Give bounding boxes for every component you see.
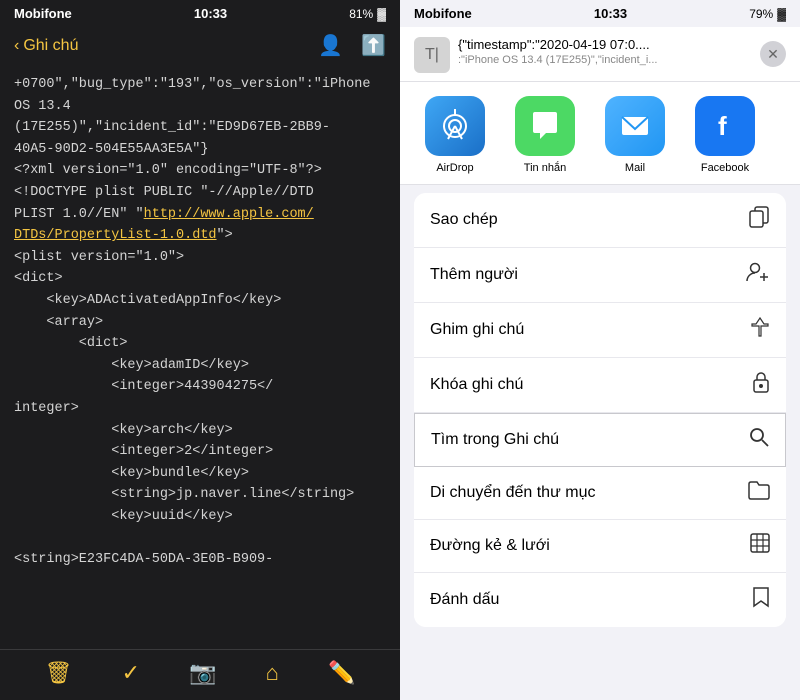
di-chuyen-label: Di chuyển đến thư mục xyxy=(430,484,595,502)
note-content: +0700","bug_type":"193","os_version":"iP… xyxy=(0,66,400,649)
sheet-header: T| {"timestamp":"2020-04-19 07:0.... :"i… xyxy=(400,27,800,82)
sheet-header-left: T| {"timestamp":"2020-04-19 07:0.... :"i… xyxy=(414,37,760,73)
back-button[interactable]: ‹ Ghi chú xyxy=(14,37,78,55)
menu-ghim[interactable]: Ghim ghi chú xyxy=(414,303,786,358)
left-carrier: Mobifone xyxy=(14,6,72,21)
svg-text:f: f xyxy=(718,111,727,141)
document-icon: T| xyxy=(414,37,450,73)
left-status-bar: Mobifone 10:33 81% ▓ xyxy=(0,0,400,27)
right-panel: Mobifone 10:33 79% ▓ T| {"timestamp":"20… xyxy=(400,0,800,700)
menu-them-nguoi[interactable]: Thêm người xyxy=(414,248,786,303)
right-time: 10:33 xyxy=(594,6,627,21)
ghim-label: Ghim ghi chú xyxy=(430,321,524,339)
add-person-icon xyxy=(746,261,770,289)
share-mail[interactable]: Mail xyxy=(590,96,680,174)
left-bottom-bar: 🗑 ✓ 📷 ⌂ ✏️ xyxy=(0,649,400,700)
copy-icon xyxy=(748,206,770,234)
khoa-label: Khóa ghi chú xyxy=(430,376,523,394)
anchor-icon[interactable]: ⌂ xyxy=(266,660,279,686)
menu-tim-trong[interactable]: Tìm trong Ghi chú xyxy=(414,413,786,467)
bookmark-icon xyxy=(752,586,770,614)
share-airdrop[interactable]: AirDrop xyxy=(410,96,500,174)
folder-icon xyxy=(748,480,770,506)
them-nguoi-label: Thêm người xyxy=(430,266,518,284)
left-time: 10:33 xyxy=(194,6,227,21)
share-icon[interactable]: ⬆️ xyxy=(361,33,386,58)
chevron-left-icon: ‹ xyxy=(14,37,19,55)
share-facebook[interactable]: f Facebook xyxy=(680,96,770,174)
left-battery: 81% ▓ xyxy=(349,7,386,21)
camera-icon[interactable]: 📷 xyxy=(189,660,216,686)
pin-icon xyxy=(750,316,770,344)
mail-label: Mail xyxy=(625,162,645,174)
right-battery: 79% ▓ xyxy=(749,7,786,21)
close-button[interactable]: ✕ xyxy=(760,41,786,67)
messages-label: Tin nhắn xyxy=(524,162,566,174)
search-icon xyxy=(749,427,769,453)
sheet-title: {"timestamp":"2020-04-19 07:0.... xyxy=(458,37,728,52)
messages-icon xyxy=(515,96,575,156)
sao-chep-label: Sao chép xyxy=(430,211,498,229)
airdrop-label: AirDrop xyxy=(436,162,473,174)
duong-ke-label: Đường kẻ & lưới xyxy=(430,537,550,555)
person-icon[interactable]: 👤 xyxy=(318,33,343,58)
share-icons-row: AirDrop Tin nhắn Mail f xyxy=(400,82,800,185)
lock-icon xyxy=(752,371,770,399)
nav-icons: 👤 ⬆️ xyxy=(318,33,386,58)
facebook-icon: f xyxy=(695,96,755,156)
menu-danh-dau[interactable]: Đánh dấu xyxy=(414,573,786,627)
menu-duong-ke[interactable]: Đường kẻ & lưới xyxy=(414,520,786,573)
facebook-label: Facebook xyxy=(701,162,749,174)
right-carrier: Mobifone xyxy=(414,6,472,21)
grid-icon xyxy=(750,533,770,559)
right-status-bar: Mobifone 10:33 79% ▓ xyxy=(400,0,800,27)
sheet-header-text: {"timestamp":"2020-04-19 07:0.... :"iPho… xyxy=(458,37,760,66)
right-content: Sao chép Thêm người xyxy=(400,185,800,700)
menu-sao-chep[interactable]: Sao chép xyxy=(414,193,786,248)
menu-khoa[interactable]: Khóa ghi chú xyxy=(414,358,786,413)
menu-list: Sao chép Thêm người xyxy=(414,193,786,627)
trash-icon[interactable]: 🗑 xyxy=(45,660,73,686)
danh-dau-label: Đánh dấu xyxy=(430,591,499,609)
apple-link[interactable]: http://www.apple.com/ DTDs/PropertyList-… xyxy=(14,207,314,244)
left-nav-bar: ‹ Ghi chú 👤 ⬆️ xyxy=(0,27,400,66)
share-messages[interactable]: Tin nhắn xyxy=(500,96,590,174)
tim-trong-label: Tìm trong Ghi chú xyxy=(431,431,559,449)
back-label: Ghi chú xyxy=(23,37,78,55)
mail-icon xyxy=(605,96,665,156)
sheet-subtitle: :"iPhone OS 13.4 (17E255)","incident_i..… xyxy=(458,54,728,66)
checkmark-icon[interactable]: ✓ xyxy=(122,660,140,686)
airdrop-icon xyxy=(425,96,485,156)
left-panel: Mobifone 10:33 81% ▓ ‹ Ghi chú 👤 ⬆️ +070… xyxy=(0,0,400,700)
pencil-icon[interactable]: ✏️ xyxy=(328,660,355,686)
menu-di-chuyen[interactable]: Di chuyển đến thư mục xyxy=(414,467,786,520)
